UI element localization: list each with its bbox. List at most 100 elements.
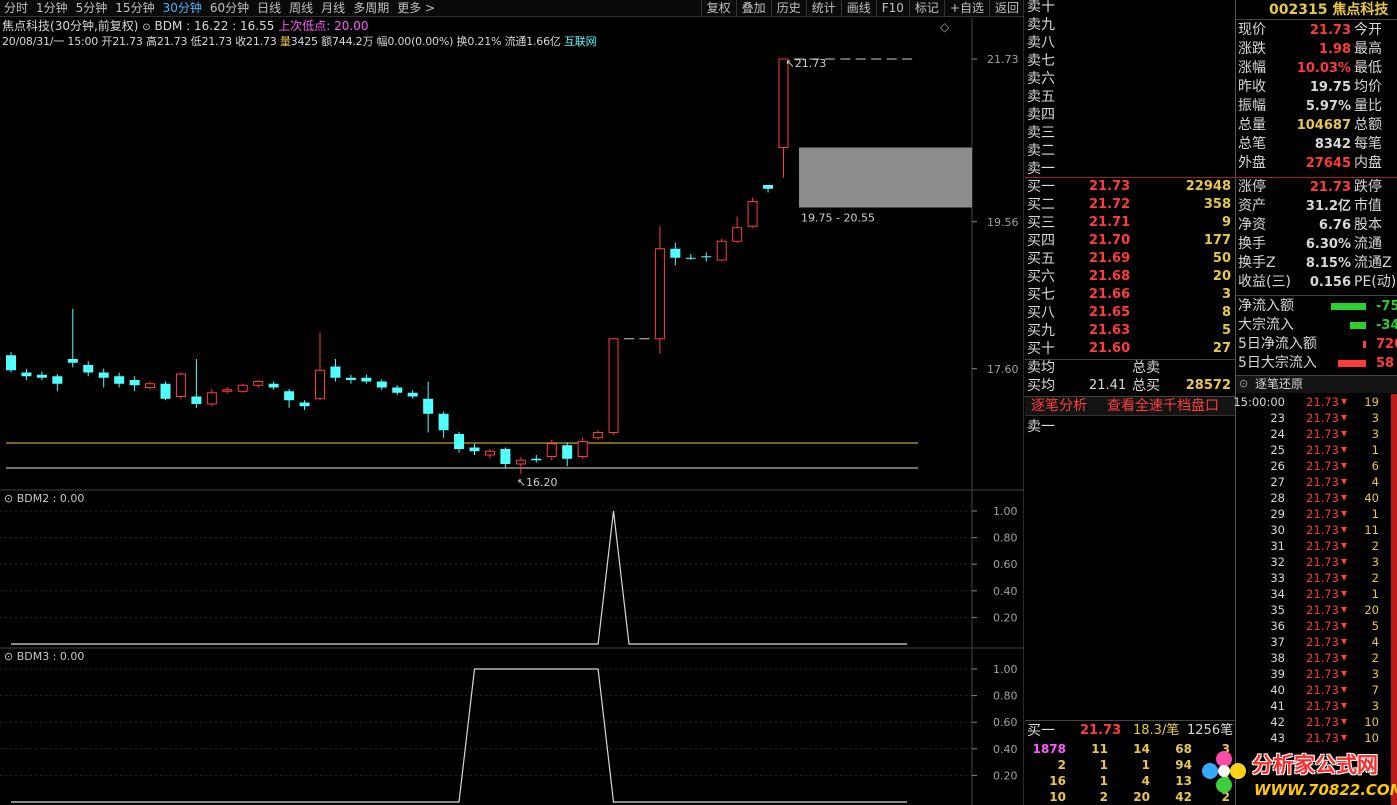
watermark-text: 分析家公式网 [1252, 753, 1378, 777]
candle[interactable] [438, 411, 449, 438]
candle[interactable] [376, 379, 387, 390]
quote-label-2: 流通Z [1354, 255, 1392, 271]
candle[interactable] [36, 371, 47, 380]
candle[interactable] [175, 372, 186, 399]
sell-level-5: 卖五 [1027, 89, 1055, 105]
tick-price: 21.73 [1306, 571, 1339, 585]
candle[interactable] [206, 389, 217, 407]
tick-down-arrow-icon: ▼ [1341, 509, 1348, 518]
buy-level-volume[interactable]: 20 [1213, 268, 1231, 286]
candle[interactable] [284, 389, 295, 408]
tick-analysis-link[interactable]: 逐笔分析 [1031, 397, 1087, 415]
candle[interactable] [732, 216, 743, 243]
candle[interactable] [52, 374, 63, 392]
tick-time: 26 [1270, 459, 1285, 473]
candle[interactable] [6, 352, 16, 373]
candle[interactable] [593, 430, 604, 440]
buy-level-volume[interactable]: 9 [1222, 214, 1231, 232]
candle[interactable] [268, 381, 279, 390]
candle[interactable] [160, 381, 171, 401]
candle[interactable] [763, 185, 774, 193]
candle[interactable] [531, 455, 542, 463]
diamond-icon[interactable]: ◇ [940, 20, 950, 34]
tick-collapse-icon[interactable]: ⊙ [1239, 376, 1248, 392]
quote-label: 资产 [1238, 198, 1266, 214]
total-sell-label: 总卖 [1132, 360, 1160, 376]
quote-label-2: 总额 [1354, 117, 1382, 133]
candle[interactable] [500, 447, 511, 468]
candle[interactable] [67, 308, 78, 368]
full-depth-link[interactable]: 查看全速千档盘口 [1107, 397, 1219, 415]
tick-time: 33 [1270, 571, 1285, 585]
quote-label-2: 最高 [1354, 41, 1382, 57]
tick-volume: 20 [1364, 603, 1379, 617]
tick-scrollbar[interactable] [1391, 394, 1397, 805]
candle[interactable] [562, 442, 573, 467]
candle[interactable] [21, 368, 32, 380]
buy-level-volume[interactable]: 8 [1222, 304, 1231, 322]
tick-volume: 40 [1364, 491, 1379, 505]
bottom-order-count: 1256笔 [1187, 723, 1234, 738]
quote-divider-2 [1236, 295, 1397, 296]
candle[interactable] [98, 368, 109, 388]
queue-order: 1 [1141, 758, 1150, 772]
candle[interactable] [83, 361, 94, 377]
candle[interactable] [114, 372, 125, 388]
buy-level-volume[interactable]: 50 [1213, 250, 1231, 268]
candle[interactable] [577, 437, 588, 459]
tick-price: 21.73 [1306, 411, 1339, 425]
candle[interactable] [222, 387, 233, 394]
sub1-collapse-icon[interactable]: ⊙ [4, 492, 13, 505]
candle[interactable] [654, 226, 665, 354]
sub2-collapse-icon[interactable]: ⊙ [4, 650, 13, 663]
candle[interactable] [670, 242, 681, 266]
buy-level-volume[interactable]: 22948 [1186, 178, 1231, 196]
candle[interactable] [129, 376, 140, 392]
candle[interactable] [423, 381, 434, 433]
candle[interactable] [315, 332, 325, 401]
quote-value: 21.73 [1309, 180, 1351, 195]
candle[interactable] [747, 197, 758, 228]
candle[interactable] [515, 457, 526, 474]
tick-time: 38 [1270, 651, 1285, 665]
candle[interactable] [469, 443, 480, 455]
candle[interactable] [299, 400, 310, 410]
candle[interactable] [454, 431, 465, 453]
candle[interactable] [191, 359, 202, 408]
candle[interactable] [237, 383, 248, 393]
candle[interactable] [701, 252, 712, 262]
buy-level-volume[interactable]: 27 [1213, 340, 1231, 358]
buy-level-label: 买三 [1027, 215, 1055, 231]
tick-volume: 1 [1371, 587, 1379, 601]
candle[interactable] [361, 374, 372, 384]
candle[interactable] [345, 374, 356, 384]
candle[interactable] [608, 338, 619, 435]
candle[interactable] [685, 254, 696, 260]
buy-level-volume[interactable]: 5 [1222, 322, 1231, 340]
kline-chart[interactable]: 21.73 19.56 17.60 19.75 - 20.55 ↖21.73 ↖16.20… [0, 0, 1024, 805]
candle[interactable] [330, 359, 341, 382]
tick-price: 21.73 [1306, 523, 1339, 537]
candle[interactable] [484, 449, 495, 459]
candle[interactable] [253, 380, 264, 388]
tick-volume: 2 [1371, 651, 1379, 665]
candle[interactable] [392, 385, 403, 395]
candle[interactable] [407, 390, 418, 399]
bdm3-axis-label: 0.60 [993, 716, 1018, 729]
tick-time: 43 [1270, 731, 1285, 745]
candle[interactable] [778, 58, 789, 178]
candle[interactable] [145, 381, 156, 390]
buy-level-volume[interactable]: 177 [1204, 232, 1231, 250]
flow-label: 5日净流入额 [1238, 336, 1317, 352]
buy-level-volume[interactable]: 358 [1204, 196, 1231, 214]
high-marker-label: ↖21.73 [786, 57, 827, 70]
total-buy-value: 28572 [1185, 378, 1231, 393]
quote-label-2: 每笔 [1354, 136, 1382, 152]
buy-level-volume[interactable]: 3 [1222, 286, 1231, 304]
candle[interactable] [716, 239, 727, 262]
tick-down-arrow-icon: ▼ [1341, 573, 1348, 582]
quote-label: 现价 [1238, 22, 1266, 38]
quote-label-2: 均价 [1354, 79, 1382, 95]
price-axis-label: 17.60 [987, 363, 1019, 376]
quote-value: 31.2亿 [1305, 199, 1351, 214]
